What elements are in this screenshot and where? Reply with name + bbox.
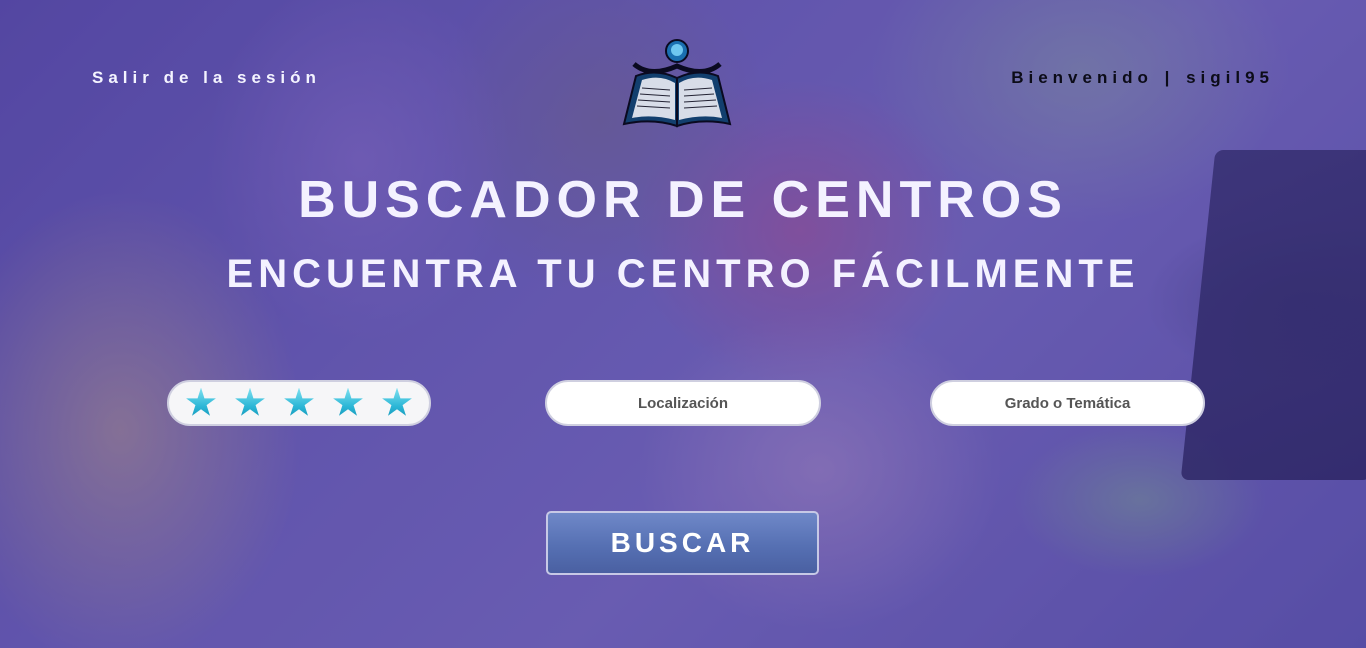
location-filter-label: Localización [637,394,729,412]
star-icon[interactable] [382,387,412,416]
search-button[interactable]: BUSCAR [546,511,819,575]
grade-topic-filter-button[interactable]: Grado o Temática [930,380,1205,426]
open-book-icon [622,39,732,128]
location-filter-button[interactable]: Localización [545,380,821,426]
star-icon[interactable] [284,387,314,416]
logout-link[interactable]: Salir de la sesión [92,68,321,88]
star-icon[interactable] [186,387,216,416]
star-icon[interactable] [235,387,265,416]
welcome-message: Bienvenido | sigil95 [1011,68,1274,88]
search-button-label: BUSCAR [610,527,755,558]
star-icon[interactable] [333,387,363,416]
site-logo[interactable] [620,38,734,130]
welcome-separator: | [1164,68,1175,87]
username: sigil95 [1186,68,1274,87]
welcome-label: Bienvenido [1011,68,1153,87]
page-subtitle: ENCUENTRA TU CENTRO FÁCILMENTE [226,252,1140,296]
rating-filter[interactable] [167,380,431,426]
page-title: BUSCADOR DE CENTROS [298,171,1068,229]
grade-topic-filter-label: Grado o Temática [1004,394,1131,412]
